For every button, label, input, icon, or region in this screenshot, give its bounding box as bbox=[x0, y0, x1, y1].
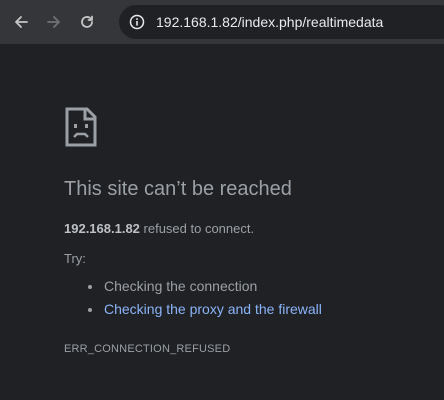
bullet-icon bbox=[88, 308, 92, 312]
address-bar[interactable]: 192.168.1.82/index.php/realtimedata bbox=[119, 5, 444, 39]
reload-icon bbox=[81, 15, 93, 28]
bullet-icon bbox=[88, 285, 92, 289]
forward-button[interactable] bbox=[42, 10, 66, 34]
suggestion-text: Checking the connection bbox=[104, 278, 258, 294]
suggestions-list: Checking the connection Checking the pro… bbox=[64, 275, 434, 321]
error-code: ERR_CONNECTION_REFUSED bbox=[64, 343, 231, 355]
reload-button[interactable] bbox=[75, 10, 99, 34]
suggestion-item: Checking the connection bbox=[64, 275, 434, 298]
sad-page-icon bbox=[65, 107, 97, 147]
back-button[interactable] bbox=[9, 10, 33, 34]
browser-toolbar: 192.168.1.82/index.php/realtimedata bbox=[0, 0, 444, 44]
suggestion-link-proxy-firewall[interactable]: Checking the proxy and the firewall bbox=[64, 298, 434, 321]
error-content: This site can’t be reached 192.168.1.82 … bbox=[64, 106, 434, 355]
url-text: 192.168.1.82/index.php/realtimedata bbox=[156, 14, 383, 30]
try-label: Try: bbox=[64, 251, 86, 266]
suggestion-link-text[interactable]: Checking the proxy and the firewall bbox=[104, 301, 322, 317]
error-title: This site can’t be reached bbox=[64, 178, 292, 200]
info-icon[interactable] bbox=[128, 13, 146, 31]
error-host: 192.168.1.82 bbox=[64, 221, 140, 236]
error-message: refused to connect. bbox=[139, 221, 255, 236]
error-description: 192.168.1.82 refused to connect. bbox=[64, 221, 434, 236]
url-path: /index.php/realtimedata bbox=[237, 14, 384, 30]
back-arrow-icon bbox=[15, 16, 28, 28]
url-host: 192.168.1.82 bbox=[156, 14, 238, 30]
forward-arrow-icon bbox=[47, 16, 60, 28]
